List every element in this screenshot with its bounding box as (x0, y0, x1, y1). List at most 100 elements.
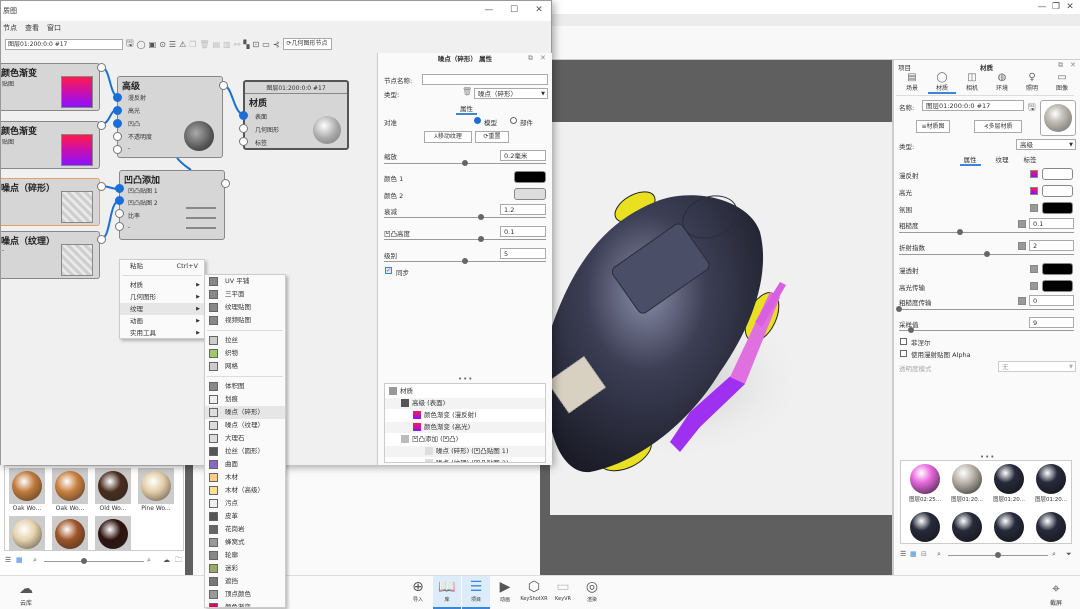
menu-item-utilities[interactable]: 实用工具 ▶ (120, 327, 204, 339)
menu-node[interactable]: 节点 (3, 23, 17, 33)
close-panel-icon[interactable]: ✕ (540, 54, 546, 62)
submenu-item[interactable]: 木材（高级） (205, 484, 285, 497)
submenu-item[interactable]: 轮廓 (205, 549, 285, 562)
tree-view-icon[interactable]: ⊟ (921, 550, 927, 558)
tab-lighting[interactable]: ♀ 照明 (1018, 72, 1046, 92)
ior-input[interactable]: 2 (1029, 240, 1074, 251)
material-thumbnail[interactable]: 图层01:20... (905, 511, 945, 543)
diffuse-color[interactable] (1042, 168, 1073, 180)
output-port[interactable] (221, 179, 230, 188)
submenu-item[interactable]: 花岗岩 (205, 523, 285, 536)
tab-properties[interactable]: 属性 (456, 103, 477, 115)
tab-camera[interactable]: ◫ 相机 (958, 72, 986, 92)
submenu-item[interactable]: 视频贴图 (205, 314, 285, 327)
node-advanced[interactable]: 高级 漫反射 高光 凹凸 不透明度 - (117, 76, 223, 158)
submenu-item[interactable]: 噪点（碎形） (205, 406, 285, 419)
subtab-properties[interactable]: 属性 (959, 154, 981, 166)
submenu-item[interactable]: 遮挡 (205, 575, 285, 588)
ambient-color[interactable] (1042, 202, 1073, 214)
submenu-item[interactable]: 大理石 (205, 432, 285, 445)
submenu-item[interactable]: 织物 (205, 347, 285, 360)
library-item[interactable]: Old Wo... (95, 468, 131, 514)
output-port[interactable] (97, 63, 106, 72)
submenu-item[interactable]: 噪点（纹理） (205, 419, 285, 432)
tree-node[interactable]: 颜色渐变 (高光) (385, 422, 545, 433)
texture-icon[interactable]: ▣ (149, 40, 157, 49)
float-panel-icon[interactable]: ⧉ (528, 54, 533, 63)
tab-material[interactable]: ◯ 材质 (928, 72, 956, 94)
cloud-library-button[interactable]: ☁ 云库 (14, 578, 38, 607)
material-name-field[interactable]: 图层01:200:0:0 #17 (5, 38, 123, 50)
zoom-out-icon[interactable]: ⌕ (33, 556, 37, 565)
library-button[interactable]: 📖 库 (433, 576, 461, 609)
roughness-slider-knob[interactable] (957, 229, 964, 235)
list-view-icon[interactable]: ☰ (900, 550, 906, 558)
submenu-item[interactable]: UV 平铺 (205, 275, 285, 288)
graph-minimize-button[interactable]: — (479, 5, 499, 15)
submenu-item[interactable]: 皮革 (205, 510, 285, 523)
menu-item-paste[interactable]: 粘贴 Ctrl+V (120, 260, 204, 272)
trash-icon[interactable]: 🗑 (462, 87, 472, 96)
zoom-in-icon[interactable]: ⌕ (147, 556, 151, 565)
roughness-transmission-slider[interactable] (899, 309, 1074, 310)
decay-input[interactable]: 1.2 (500, 204, 546, 215)
grid-view-icon[interactable]: ▦ (16, 556, 23, 564)
node-color-gradient-2[interactable]: 颜色渐变 贴图 (1, 121, 100, 169)
menu-item-texture[interactable]: 纹理 ▶ (120, 303, 204, 315)
fit-icon[interactable]: ⊡ (253, 40, 260, 49)
submenu-item[interactable]: 三平面 (205, 288, 285, 301)
grid-view-icon[interactable]: ▦ (910, 550, 917, 558)
ior-slider-knob[interactable] (983, 251, 990, 257)
specular-texture-swatch[interactable] (1030, 187, 1038, 195)
reset-button[interactable]: ⟳重置 (475, 131, 509, 143)
submenu-item[interactable]: 划痕 (205, 393, 285, 406)
decay-slider[interactable] (384, 217, 546, 218)
zoom-in-icon[interactable]: ⌕ (1052, 550, 1056, 559)
transparency-mode-select[interactable]: 无 ▼ (998, 361, 1076, 372)
submenu-item[interactable]: 顶点颜色 (205, 588, 285, 601)
input-port-surface[interactable] (239, 111, 248, 120)
layout-icon[interactable]: ▚ (243, 40, 249, 49)
library-item[interactable]: Oak Wo... (52, 468, 88, 514)
node-color-gradient-1[interactable]: 颜色渐变 贴图 (1, 63, 100, 111)
render-button[interactable]: ◎ 渲染 (578, 576, 606, 609)
multi-layer-material-button[interactable]: ⊰多层材质 (974, 120, 1022, 133)
sync-checkbox[interactable]: ✓ (385, 267, 392, 274)
main-close-button[interactable]: ✕ (1060, 2, 1080, 12)
subtab-textures[interactable]: 纹理 (996, 154, 1009, 166)
sliders-icon[interactable]: ☰ (169, 40, 176, 49)
submenu-item[interactable]: 颜色渐变 (205, 601, 285, 607)
diffuse-transmission-color[interactable] (1042, 263, 1073, 275)
tree-node[interactable]: 颜色渐变 (漫反射) (385, 410, 545, 421)
tree-node[interactable]: 噪点 (碎形) (凹凸贴图 1) (385, 446, 545, 457)
keyvr-button[interactable]: ▭ KeyVR (549, 576, 577, 609)
samples-input[interactable]: 9 (1029, 317, 1074, 328)
tab-environment[interactable]: ◍ 环境 (988, 72, 1016, 92)
input-port-specular[interactable] (113, 106, 122, 115)
material-thumbnail[interactable]: 图层02:25... (905, 463, 945, 509)
roughness-transmission-texture-icon[interactable] (1018, 297, 1026, 305)
submenu-item[interactable]: 拉丝（圆形） (205, 445, 285, 458)
float-panel-icon[interactable]: ⧉ (1058, 61, 1063, 70)
specular-transmission-texture-icon[interactable] (1030, 282, 1038, 290)
subtab-labels[interactable]: 标签 (1024, 154, 1037, 166)
animation-icon[interactable]: ⊙ (159, 40, 166, 49)
input-port-geometry[interactable] (239, 124, 248, 133)
diffuse-texture-swatch[interactable] (1030, 170, 1038, 178)
library-thumbnail-slider[interactable] (44, 561, 144, 562)
node-bump-add[interactable]: 凹凸添加 凹凸贴图 1 凹凸贴图 2 比率 - (119, 170, 225, 240)
library-scrollbar[interactable] (185, 455, 193, 575)
submenu-item[interactable]: 网格 (205, 360, 285, 373)
ior-texture-icon[interactable] (1018, 242, 1026, 250)
menu-item-animation[interactable]: 动画 ▶ (120, 315, 204, 327)
roughness-transmission-slider-knob[interactable] (896, 306, 902, 312)
diffuse-transmission-texture-icon[interactable] (1030, 265, 1038, 273)
level-input[interactable]: 5 (500, 248, 546, 259)
material-graph-button[interactable]: ≡材质图 (916, 120, 950, 133)
roughness-input[interactable]: 0.1 (1029, 218, 1074, 229)
input-port-bump[interactable] (113, 119, 122, 128)
zoom-out-icon[interactable]: ⌕ (937, 550, 941, 559)
keyshotxr-button[interactable]: ⬡ KeyShotXR (520, 576, 548, 609)
sphere-icon[interactable]: ◯ (137, 40, 146, 49)
thumbnail-size-knob[interactable] (995, 552, 1001, 558)
